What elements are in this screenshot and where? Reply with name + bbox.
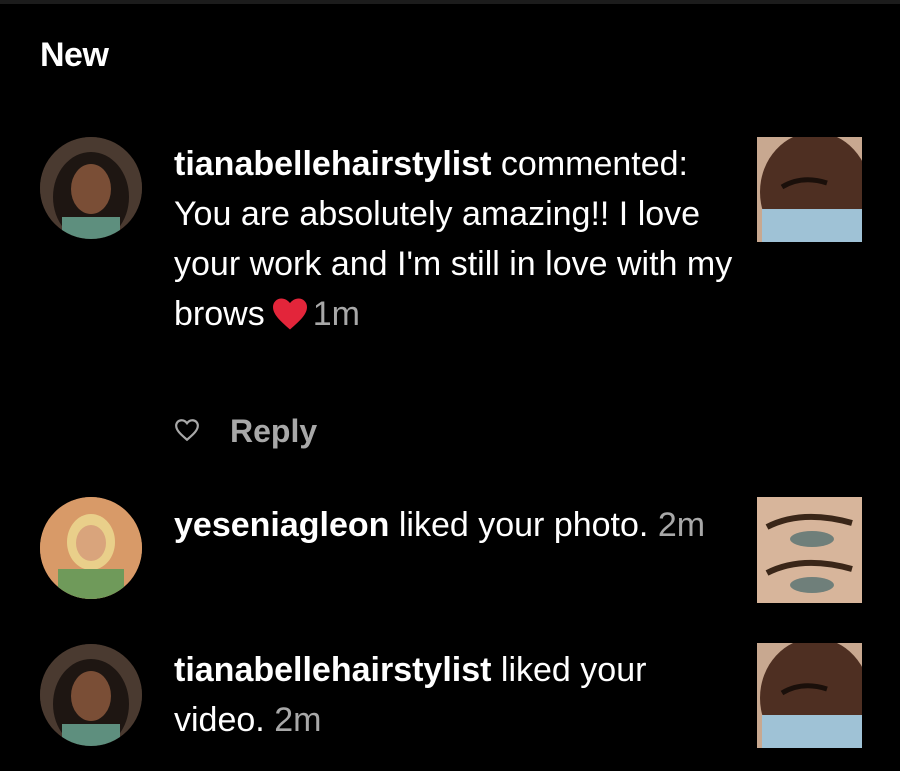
post-thumbnail[interactable]	[757, 137, 862, 242]
notification-text: tianabellehairstylist liked your video. …	[174, 645, 734, 745]
reply-button[interactable]: Reply	[230, 413, 317, 450]
top-divider	[0, 0, 900, 4]
user-avatar[interactable]	[40, 644, 142, 746]
notification-text: yeseniagleon liked your photo. 2m	[174, 500, 734, 550]
username[interactable]: tianabellehairstylist	[174, 145, 491, 183]
heart-outline-icon[interactable]	[174, 418, 200, 444]
comment-actions: Reply	[174, 406, 317, 456]
user-avatar[interactable]	[40, 137, 142, 239]
section-title: New	[40, 36, 109, 74]
username[interactable]: tianabellehairstylist	[174, 651, 491, 689]
timestamp: 2m	[274, 701, 322, 739]
post-thumbnail[interactable]	[757, 497, 862, 603]
notification-action: liked your photo.	[389, 506, 649, 544]
timestamp: 2m	[657, 506, 706, 544]
timestamp: 1m	[312, 295, 360, 333]
notification-text: tianabellehairstylist commented: You are…	[174, 139, 734, 345]
red-heart-emoji	[271, 295, 309, 345]
user-avatar[interactable]	[40, 497, 142, 599]
post-thumbnail[interactable]	[757, 643, 862, 748]
username[interactable]: yeseniagleon	[174, 506, 389, 544]
